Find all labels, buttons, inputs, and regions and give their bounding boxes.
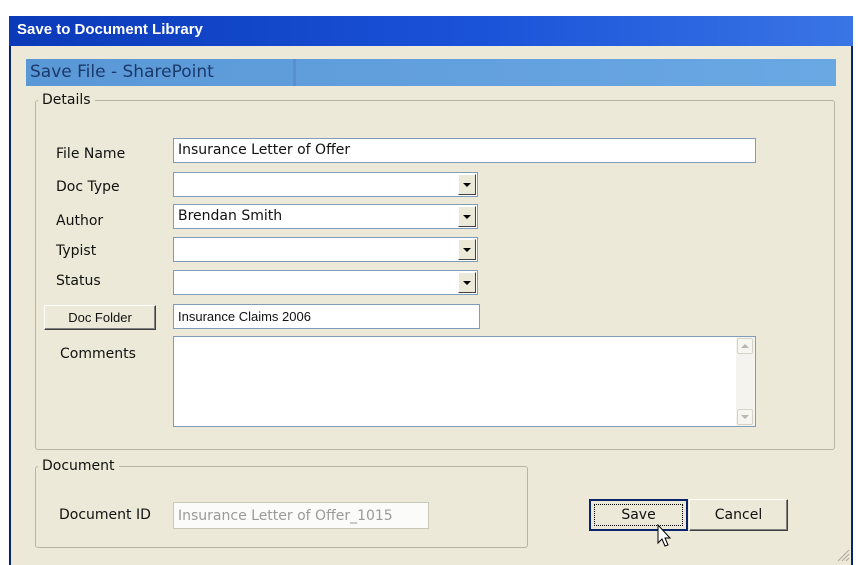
details-legend: Details [42, 92, 91, 108]
author-value: Brendan Smith [178, 208, 283, 224]
document-id-label: Document ID [59, 507, 151, 523]
chevron-down-icon[interactable] [458, 272, 476, 293]
save-button[interactable]: Save [589, 499, 688, 531]
document-id-field: Insurance Letter of Offer_1015 [173, 502, 429, 529]
doc-folder-value: Insurance Claims 2006 [178, 309, 311, 324]
doc-type-select[interactable] [173, 172, 478, 197]
banner-title: Save File - SharePoint [30, 62, 214, 82]
author-label: Author [56, 213, 104, 229]
file-name-field[interactable]: Insurance Letter of Offer [173, 138, 756, 163]
window-title: Save to Document Library [17, 21, 203, 38]
window-titlebar[interactable]: Save to Document Library [9, 16, 853, 46]
author-select[interactable]: Brendan Smith [173, 204, 478, 229]
doc-folder-field[interactable]: Insurance Claims 2006 [173, 304, 480, 329]
page-banner: Save File - SharePoint [26, 59, 836, 86]
document-legend: Document [42, 458, 115, 474]
chevron-down-icon[interactable] [458, 239, 476, 260]
scroll-down-icon[interactable] [737, 409, 753, 425]
resize-grip-icon[interactable] [836, 548, 850, 562]
typist-label: Typist [56, 243, 97, 259]
doc-type-label: Doc Type [56, 179, 120, 195]
scroll-up-icon[interactable] [737, 338, 753, 354]
focus-rectangle [594, 504, 683, 526]
banner-divider [293, 59, 296, 86]
doc-folder-button[interactable]: Doc Folder [44, 305, 156, 330]
chevron-down-icon[interactable] [458, 174, 476, 195]
comments-textarea[interactable] [173, 336, 756, 427]
cancel-button-label: Cancel [714, 507, 763, 523]
cancel-button[interactable]: Cancel [689, 499, 788, 531]
typist-select[interactable] [173, 237, 478, 262]
file-name-label: File Name [56, 146, 126, 162]
chevron-down-icon[interactable] [458, 206, 476, 227]
mouse-cursor-icon [657, 524, 672, 547]
comments-label: Comments [60, 346, 136, 362]
status-select[interactable] [173, 270, 478, 295]
status-label: Status [56, 273, 101, 289]
comments-scrollbar[interactable] [736, 337, 755, 426]
